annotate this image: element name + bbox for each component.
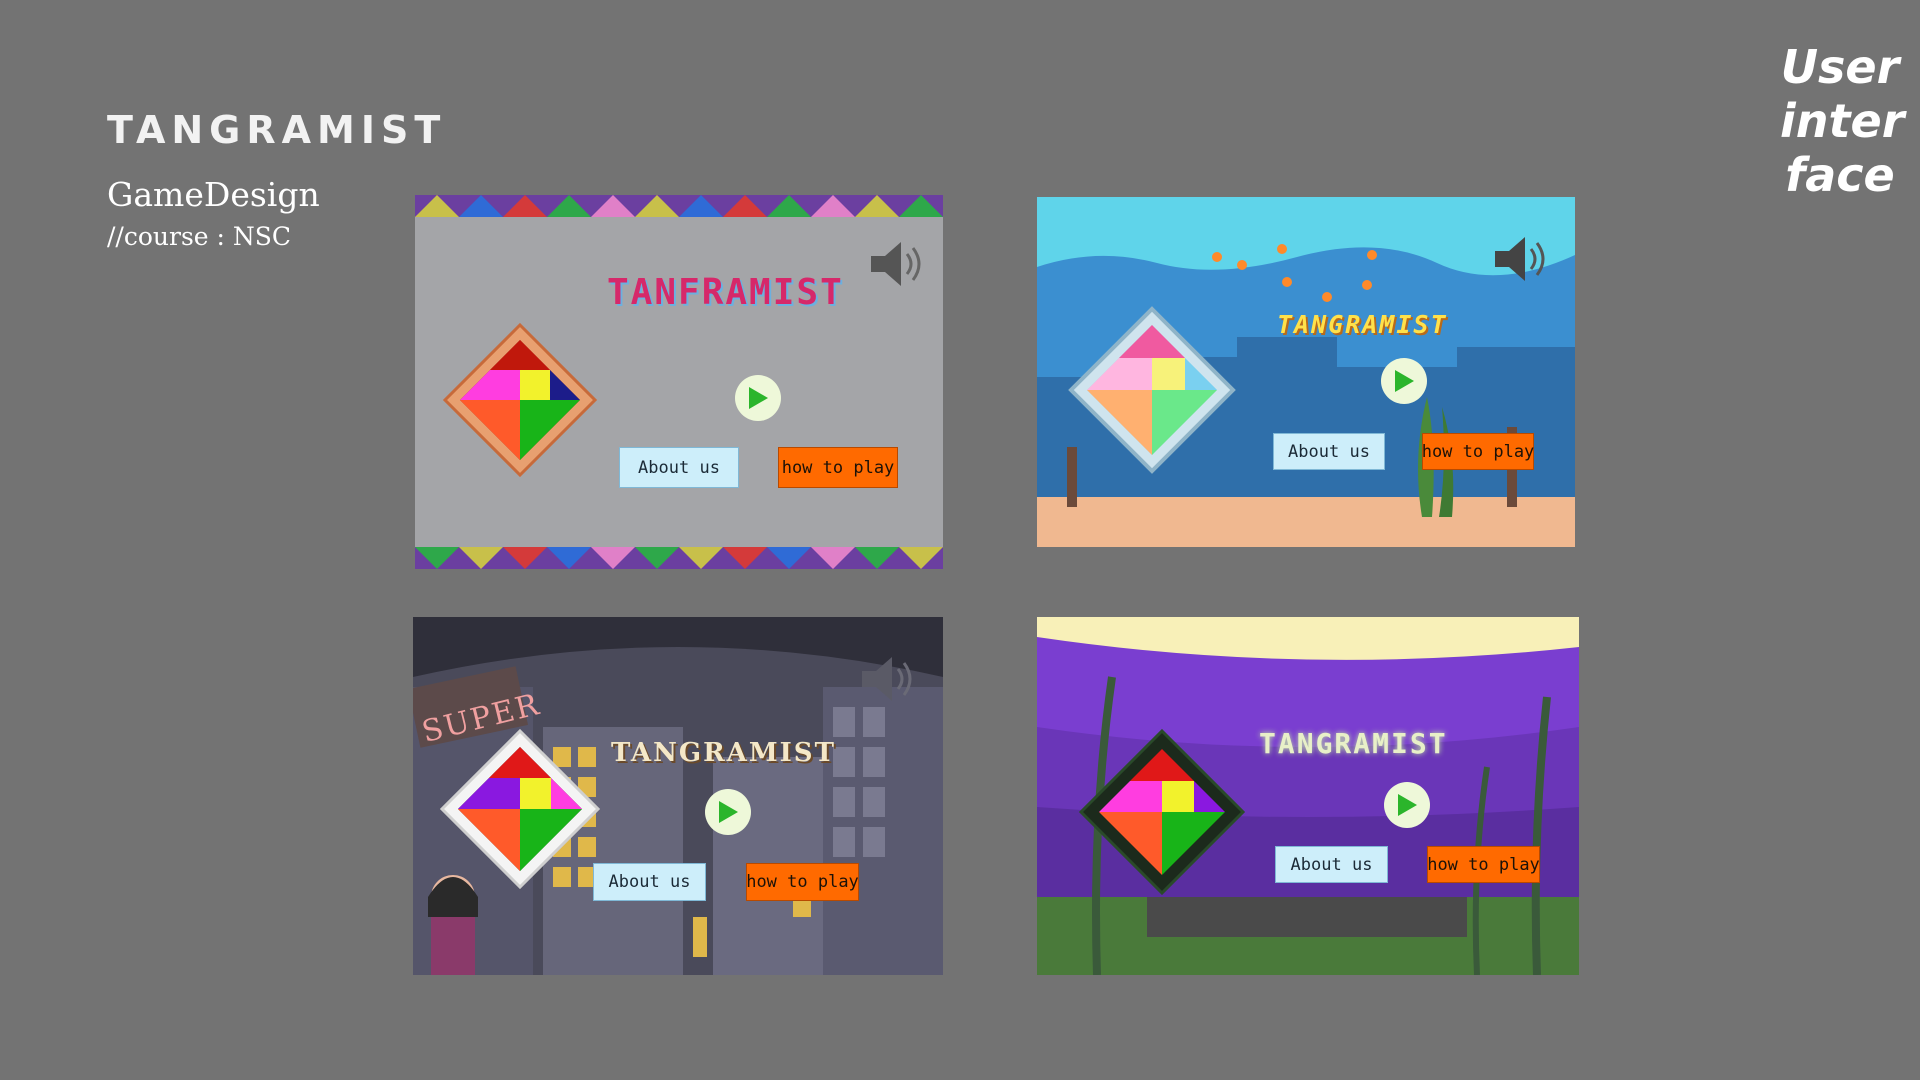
tangram-logo <box>1068 306 1236 474</box>
page-title: TANGRAMIST <box>107 108 447 152</box>
play-icon <box>1398 794 1417 816</box>
bottom-pattern-border <box>415 547 943 569</box>
how-to-play-button[interactable]: how to play <box>1427 846 1540 883</box>
corner-label-line-3: face <box>1785 148 1895 202</box>
screen-city-night: SUPER TANGRAMIST About us how to play <box>413 617 943 975</box>
game-title: TANGRAMIST <box>1277 310 1448 339</box>
game-title: TANGRAMIST <box>611 738 836 768</box>
screen-purple-forest: TANGRAMIST About us how to play <box>1037 617 1579 975</box>
how-to-play-button[interactable]: how to play <box>1422 433 1534 470</box>
play-icon <box>719 801 738 823</box>
how-to-play-button[interactable]: how to play <box>746 863 859 901</box>
play-button[interactable] <box>1381 358 1427 404</box>
about-us-button[interactable]: About us <box>1273 433 1385 470</box>
play-button[interactable] <box>735 375 781 421</box>
play-icon <box>1395 370 1414 392</box>
game-title: TANFRAMIST <box>607 272 844 313</box>
screen-pattern-border: TANFRAMIST About us how to play <box>415 195 943 569</box>
about-us-button[interactable]: About us <box>1275 846 1388 883</box>
course-label: //course : NSC <box>107 222 292 251</box>
screen-underwater: TANGRAMIST About us how to play <box>1037 197 1575 547</box>
tangram-logo <box>1078 728 1246 896</box>
speaker-icon[interactable] <box>1495 237 1551 281</box>
speaker-icon[interactable] <box>862 657 918 701</box>
about-us-button[interactable]: About us <box>593 863 706 901</box>
tangram-logo <box>440 729 600 889</box>
how-to-play-button[interactable]: how to play <box>778 447 898 488</box>
speaker-icon[interactable] <box>871 242 927 286</box>
corner-label-line-1: User <box>1780 40 1900 94</box>
play-button[interactable] <box>705 789 751 835</box>
about-us-button[interactable]: About us <box>619 447 739 488</box>
tangram-logo <box>442 322 598 478</box>
page-subtitle: GameDesign <box>107 175 320 214</box>
play-icon <box>749 387 768 409</box>
corner-label-line-2: inter <box>1780 94 1905 148</box>
top-pattern-border <box>415 195 943 217</box>
game-title: TANGRAMIST <box>1259 727 1448 760</box>
corner-label: User inter face <box>1780 40 1905 202</box>
play-button[interactable] <box>1384 782 1430 828</box>
